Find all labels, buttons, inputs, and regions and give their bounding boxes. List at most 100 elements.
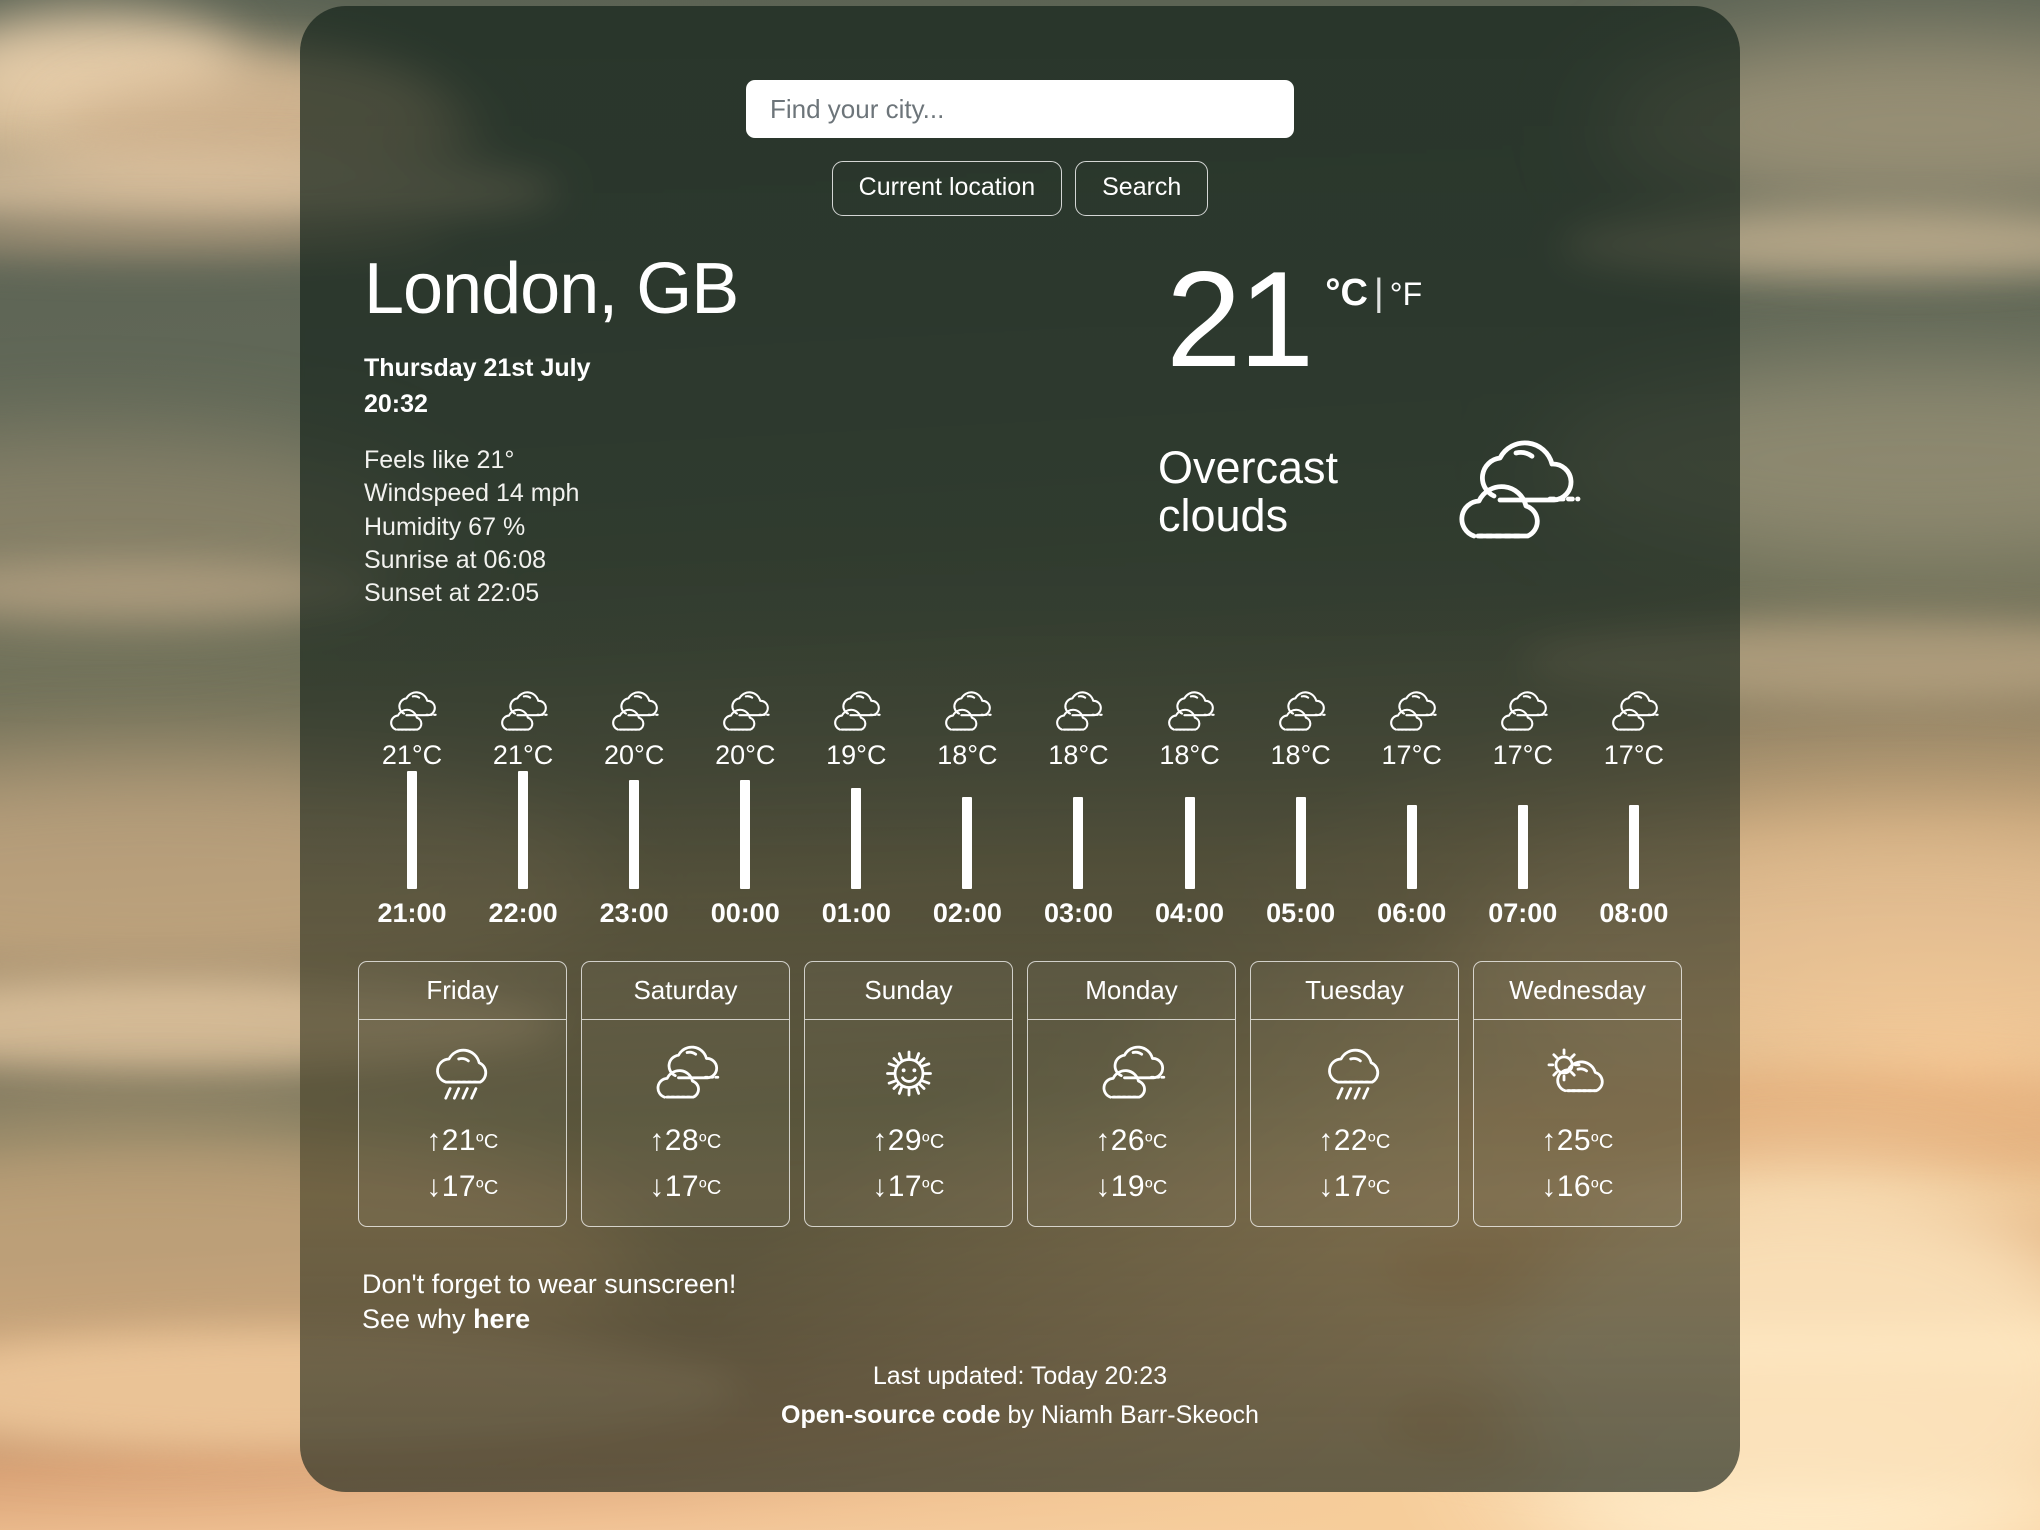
daily-forecast-card: Saturday ↑28ºC ↓17ºC [581, 961, 790, 1228]
daily-card-body: ↑21ºC ↓17ºC [359, 1020, 566, 1226]
hourly-temperature: 17°C [1492, 740, 1553, 771]
daily-low: ↓19ºC [1028, 1170, 1235, 1204]
daily-high-value: 21 [441, 1124, 477, 1158]
down-arrow-icon: ↓ [649, 1170, 665, 1204]
hourly-temperature: 18°C [1270, 740, 1331, 771]
current-time: 20:32 [364, 389, 428, 418]
weather-app-card: Current location Search London, GB Thurs… [300, 6, 1740, 1492]
daily-low-value: 17 [664, 1170, 700, 1204]
hourly-time: 21:00 [377, 898, 447, 929]
sunscreen-advice: Don't forget to wear sunscreen! See why … [300, 1267, 1740, 1336]
hourly-item: 18°C 05:00 [1251, 688, 1351, 929]
daily-low-unit: ºC [699, 1177, 722, 1200]
daily-high: ↑26ºC [1028, 1124, 1235, 1158]
hourly-bar-zone [407, 771, 417, 890]
condition-row: Overcast clouds [960, 432, 1740, 552]
hourly-temperature: 21°C [381, 740, 443, 771]
daily-high-unit: ºC [476, 1131, 499, 1154]
daily-card-body: ↑26ºC ↓19ºC [1028, 1020, 1235, 1226]
overcast-clouds-icon [582, 1036, 789, 1110]
hourly-time: 03:00 [1043, 898, 1113, 929]
daily-low-value: 19 [1110, 1170, 1146, 1204]
search-input[interactable] [746, 80, 1294, 138]
hourly-bar [518, 771, 529, 890]
overcast-clouds-icon [824, 688, 888, 736]
daily-forecast-card: Tuesday ↑22ºC ↓17ºC [1250, 961, 1459, 1228]
daily-card-body: ↑29ºC ↓17ºC [805, 1020, 1012, 1226]
current-temperature-area: 21 °C | °F Overcast clouds [960, 251, 1740, 610]
last-updated: Last updated: Today 20:23 [872, 1362, 1168, 1391]
overcast-clouds-icon [1602, 688, 1666, 736]
daily-high-unit: ºC [922, 1131, 945, 1154]
hourly-bar [851, 788, 862, 890]
hourly-bar-zone [740, 771, 751, 890]
unit-fahrenheit-button[interactable]: °F [1390, 276, 1422, 312]
hourly-temperature: 20°C [603, 740, 665, 771]
current-location-button[interactable]: Current location [831, 161, 1063, 216]
hourly-temperature: 20°C [715, 740, 776, 771]
hourly-bar-zone [518, 771, 529, 890]
hourly-item: 17°C 07:00 [1473, 688, 1573, 929]
daily-high-value: 22 [1333, 1124, 1369, 1158]
daily-low-unit: ºC [1591, 1177, 1614, 1200]
daily-low-value: 17 [887, 1170, 923, 1204]
daily-high-value: 28 [664, 1124, 700, 1158]
down-arrow-icon: ↓ [426, 1170, 442, 1204]
daily-day-name: Tuesday [1251, 962, 1458, 1021]
hourly-bar [1406, 805, 1417, 890]
hourly-item: 21°C 21:00 [362, 688, 462, 929]
hourly-time: 06:00 [1377, 898, 1447, 929]
hourly-bar-zone [1517, 771, 1528, 890]
rain-cloud-icon [359, 1036, 566, 1110]
overcast-clouds-icon [602, 688, 666, 736]
daily-forecast-card: Friday ↑21ºC ↓17ºC [358, 961, 567, 1228]
advice-line: Don't forget to wear sunscreen! [362, 1269, 737, 1300]
hourly-bar-zone [1628, 771, 1639, 890]
overcast-clouds-icon [1491, 688, 1555, 736]
up-arrow-icon: ↑ [1095, 1124, 1111, 1158]
hourly-time: 01:00 [821, 898, 891, 929]
feels-like: Feels like 21° [364, 446, 515, 475]
sun-behind-cloud-icon [1474, 1036, 1681, 1110]
search-button[interactable]: Search [1075, 161, 1209, 216]
hourly-item: 21°C 22:00 [473, 688, 573, 929]
hourly-time: 04:00 [1155, 898, 1225, 929]
overcast-clouds-icon [1380, 688, 1444, 736]
hourly-bar-zone [851, 771, 862, 890]
hourly-item: 20°C 23:00 [584, 688, 684, 929]
overcast-clouds-icon [380, 688, 444, 736]
hourly-bar [962, 796, 973, 890]
search-area: Current location Search [300, 6, 1740, 216]
overcast-clouds-icon [1269, 688, 1333, 736]
search-buttons: Current location Search [831, 161, 1209, 216]
open-source-link[interactable]: Open-source code [781, 1401, 1001, 1429]
daily-low-unit: ºC [1145, 1177, 1168, 1200]
daily-low-value: 17 [1333, 1170, 1369, 1204]
down-arrow-icon: ↓ [1095, 1170, 1111, 1204]
daily-high: ↑28ºC [582, 1124, 789, 1158]
daily-low-unit: ºC [476, 1177, 499, 1200]
daily-card-body: ↑22ºC ↓17ºC [1251, 1020, 1458, 1226]
daily-low: ↓17ºC [582, 1170, 789, 1204]
sunrise: Sunrise at 06:08 [364, 545, 547, 574]
hourly-bar [1184, 796, 1195, 890]
advice-prefix: See why [362, 1303, 474, 1334]
daily-forecast-card: Wednesday ↑25ºC ↓16ºC [1473, 961, 1682, 1228]
hourly-temperature: 18°C [1048, 740, 1109, 771]
hourly-bar [1073, 796, 1084, 890]
hourly-time: 05:00 [1266, 898, 1336, 929]
hourly-bar [629, 779, 640, 890]
daily-high-unit: ºC [1591, 1131, 1614, 1154]
down-arrow-icon: ↓ [1541, 1170, 1557, 1204]
daily-day-name: Friday [359, 962, 566, 1021]
hourly-item: 20°C 00:00 [695, 688, 795, 929]
smiling-sun-icon [805, 1036, 1012, 1110]
unit-celsius-button[interactable]: °C [1325, 272, 1368, 314]
daily-low-unit: ºC [922, 1177, 945, 1200]
current-details: London, GB Thursday 21st July 20:32 Feel… [300, 251, 960, 610]
current-date: Thursday 21st July [364, 353, 591, 382]
advice-here-link[interactable]: here [473, 1304, 530, 1334]
hourly-temperature: 17°C [1381, 740, 1442, 771]
windspeed: Windspeed 14 mph [364, 479, 580, 508]
hourly-time: 23:00 [599, 898, 669, 929]
